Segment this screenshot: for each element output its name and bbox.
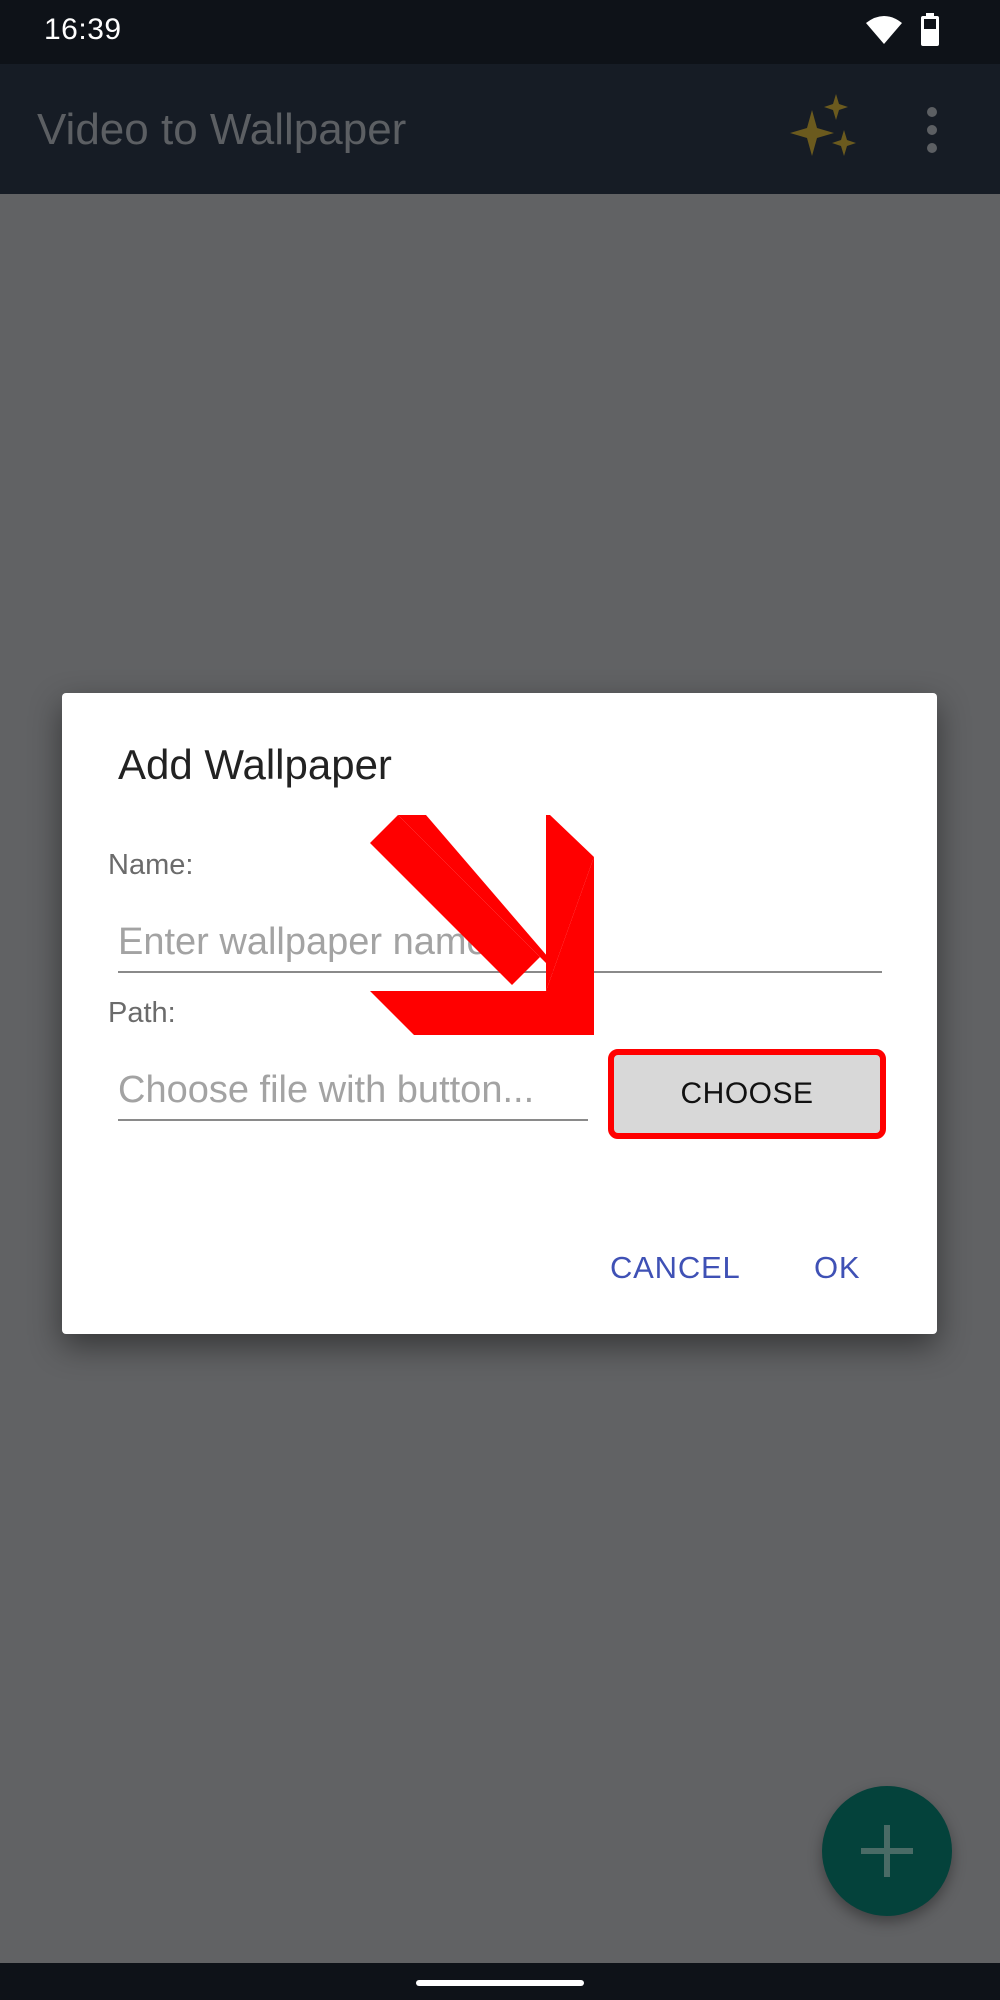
sparkle-icon <box>790 94 856 156</box>
status-bar: 16:39 <box>0 0 1000 64</box>
app-bar: Video to Wallpaper <box>0 64 1000 194</box>
overflow-menu-button[interactable] <box>910 100 954 160</box>
add-wallpaper-fab[interactable] <box>822 1786 952 1916</box>
status-time: 16:39 <box>44 13 122 46</box>
more-vert-icon <box>927 107 937 153</box>
wifi-icon <box>866 15 902 50</box>
app-title: Video to Wallpaper <box>37 105 407 154</box>
ok-button[interactable]: OK <box>814 1243 860 1293</box>
battery-icon <box>920 12 940 52</box>
path-input[interactable] <box>118 1061 588 1121</box>
add-icon <box>861 1825 913 1877</box>
dialog-title: Add Wallpaper <box>118 741 392 788</box>
name-label: Name: <box>108 849 194 881</box>
navigation-bar <box>0 1963 1000 2000</box>
status-icons <box>866 12 940 52</box>
sparkle-button[interactable] <box>786 92 862 168</box>
arrow-down-right-icon <box>370 815 594 1035</box>
home-gesture-handle[interactable] <box>416 1980 584 1986</box>
choose-button[interactable]: CHOOSE <box>608 1049 886 1139</box>
path-label: Path: <box>108 997 176 1029</box>
cancel-button[interactable]: CANCEL <box>610 1243 741 1293</box>
